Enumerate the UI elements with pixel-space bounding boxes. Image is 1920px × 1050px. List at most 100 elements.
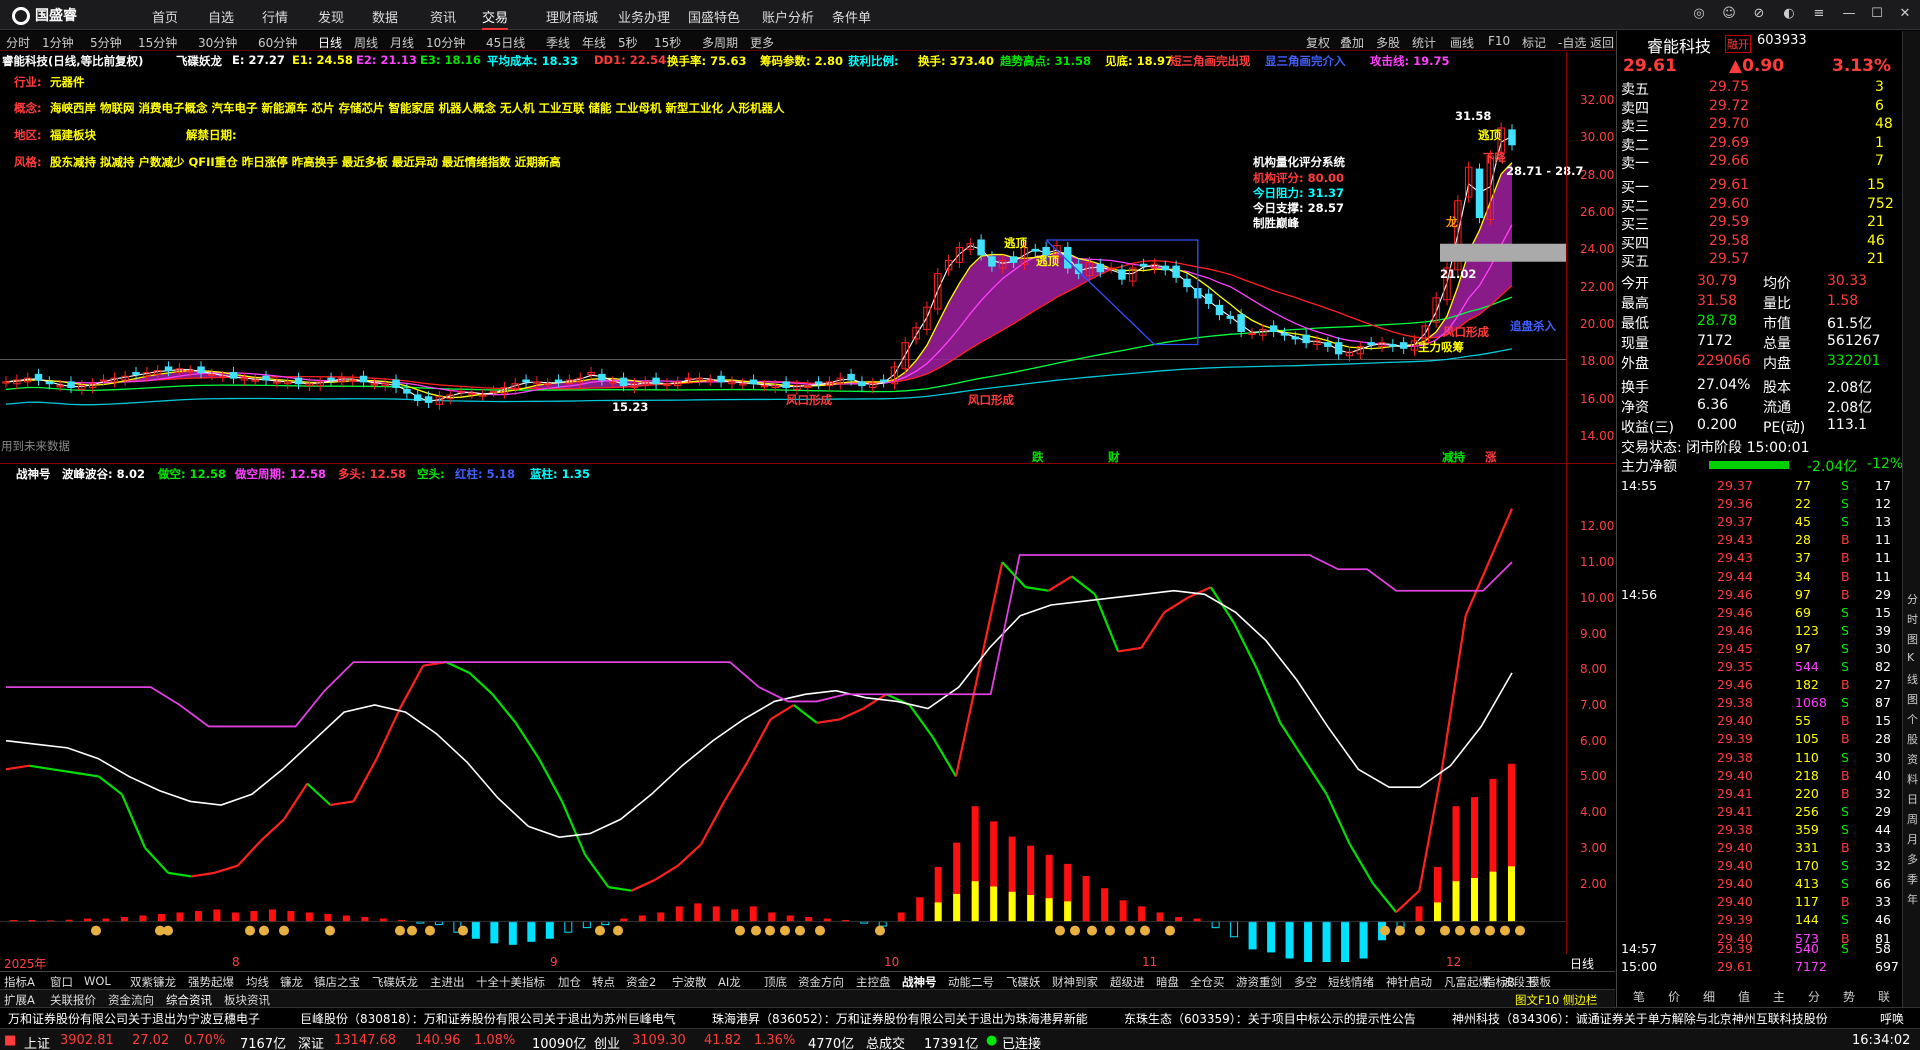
indicator-tab-15[interactable]: AI龙	[718, 974, 741, 990]
ask-row-4[interactable]: 卖一 29.66 7	[1617, 153, 1901, 172]
toolbar-0[interactable]: 复权	[1306, 34, 1330, 51]
period-15[interactable]: 多周期	[702, 34, 738, 51]
period-13[interactable]: 5秒	[618, 34, 638, 51]
vertical-tab-6[interactable]: 个	[1907, 711, 1918, 727]
indicator-tab-26[interactable]: 游资重剑	[1236, 974, 1282, 990]
vertical-tab-15[interactable]: 年	[1907, 891, 1918, 907]
indicator-name[interactable]: 飞碟妖龙	[176, 53, 222, 69]
indicator-tab-0[interactable]: 指标A	[4, 974, 35, 990]
vertical-tab-10[interactable]: 日	[1907, 791, 1918, 807]
indicator-tab-29[interactable]: 神针启动	[1386, 974, 1432, 990]
menu-icon[interactable]: ≡	[1810, 6, 1828, 24]
bid-row-2[interactable]: 买三 29.59 21	[1617, 214, 1901, 233]
toolbar-7[interactable]: -自选	[1558, 34, 1586, 51]
quote-tab-6[interactable]: 势	[1843, 988, 1855, 1005]
vertical-tab-5[interactable]: 图	[1907, 691, 1918, 707]
nav-item-6[interactable]: 交易	[482, 7, 509, 30]
toolbar-6[interactable]: 标记	[1522, 34, 1546, 51]
vertical-tab-11[interactable]: 周	[1907, 811, 1918, 827]
period-8[interactable]: 月线	[390, 34, 414, 51]
vertical-tab-9[interactable]: 料	[1907, 771, 1918, 787]
sz-label[interactable]: 深证	[298, 1033, 324, 1050]
bid-row-4[interactable]: 买五 29.57 21	[1617, 251, 1901, 270]
cy-label[interactable]: 创业	[594, 1033, 620, 1050]
ext-tab-0[interactable]: 扩展A	[4, 992, 35, 1008]
vertical-tab-14[interactable]: 季	[1907, 871, 1918, 887]
nav-item-0[interactable]: 首页	[152, 7, 178, 26]
quote-tab-2[interactable]: 细	[1703, 988, 1715, 1005]
nav-item-11[interactable]: 条件单	[832, 7, 871, 26]
vertical-tab-2[interactable]: 图	[1907, 631, 1918, 647]
period-5[interactable]: 60分钟	[258, 34, 297, 51]
vertical-tab-8[interactable]: 资	[1907, 751, 1918, 767]
nav-item-10[interactable]: 账户分析	[762, 7, 814, 26]
indicator-tab-4[interactable]: 强势起爆	[188, 974, 234, 990]
ask-row-0[interactable]: 卖五 29.75 3	[1617, 79, 1901, 98]
ticker-item-2[interactable]: 珠海港昇（836052）：万和证券股份有限公司关于退出为珠海港昇新能	[712, 1010, 1088, 1027]
indicator-tab-19[interactable]: 战神号	[902, 974, 937, 990]
vertical-tab-0[interactable]: 分	[1907, 591, 1918, 607]
indicator-tab-24[interactable]: 暗盘	[1156, 974, 1179, 990]
period-0[interactable]: 分时	[6, 34, 30, 51]
chart-area[interactable]	[0, 52, 1615, 974]
indicator-tab-17[interactable]: 资金方向	[798, 974, 844, 990]
indicator-tab-12[interactable]: 转点	[592, 974, 615, 990]
vertical-tab-7[interactable]: 股	[1907, 731, 1918, 747]
quote-tab-3[interactable]: 值	[1738, 988, 1750, 1005]
indicator-tab-11[interactable]: 加仓	[558, 974, 581, 990]
toolbar-2[interactable]: 多股	[1376, 34, 1400, 51]
indicator-tab-20[interactable]: 动能二号	[948, 974, 994, 990]
indicator-tab-21[interactable]: 飞碟妖	[1006, 974, 1041, 990]
period-16[interactable]: 更多	[750, 34, 774, 51]
vertical-tab-1[interactable]: 时	[1907, 611, 1918, 627]
template-tab[interactable]: 模板	[1528, 974, 1551, 990]
indicator-tab-2[interactable]: WOL	[84, 974, 111, 988]
period-2[interactable]: 5分钟	[90, 34, 122, 51]
indicator-tab-13[interactable]: 资金2	[626, 974, 656, 990]
bid-row-1[interactable]: 买二 29.60 752	[1617, 196, 1901, 215]
period-1[interactable]: 1分钟	[42, 34, 74, 51]
period-3[interactable]: 15分钟	[138, 34, 177, 51]
nav-item-8[interactable]: 业务办理	[618, 7, 670, 26]
bid-row-3[interactable]: 买四 29.58 46	[1617, 233, 1901, 252]
ext-tab-3[interactable]: 综合资讯	[166, 992, 212, 1008]
indicator-tab-14[interactable]: 宁波散	[672, 974, 707, 990]
toolbar-3[interactable]: 统计	[1412, 34, 1436, 51]
period-12[interactable]: 年线	[582, 34, 606, 51]
skin-icon[interactable]: ◐	[1780, 6, 1798, 24]
quote-tab-0[interactable]: 笔	[1633, 988, 1645, 1005]
ext-tab-2[interactable]: 资金流向	[108, 992, 154, 1008]
indicator-tab-3[interactable]: 双紫镰龙	[130, 974, 176, 990]
vertical-tab-12[interactable]: 月	[1907, 831, 1918, 847]
maximize-icon[interactable]: ☐	[1868, 6, 1886, 24]
indicator-tab-1[interactable]: 窗口	[50, 974, 73, 990]
quote-tab-1[interactable]: 价	[1668, 988, 1680, 1005]
lower-indicator-name[interactable]: 战神号	[16, 466, 51, 482]
indicator-tab-5[interactable]: 均线	[246, 974, 269, 990]
quote-tab-7[interactable]: 联	[1878, 988, 1890, 1005]
nav-item-1[interactable]: 自选	[208, 7, 234, 26]
indicator-tab-22[interactable]: 财神到家	[1052, 974, 1098, 990]
indicator-tab-9[interactable]: 主进出	[430, 974, 465, 990]
quote-tab-4[interactable]: 主	[1773, 988, 1785, 1005]
period-6[interactable]: 日线	[318, 34, 342, 51]
indicator-tab-7[interactable]: 镇店之宝	[314, 974, 360, 990]
ticker-right[interactable]: 呼唤	[1880, 1010, 1904, 1027]
nav-item-5[interactable]: 资讯	[430, 7, 456, 26]
period-14[interactable]: 15秒	[654, 34, 681, 51]
period-4[interactable]: 30分钟	[198, 34, 237, 51]
nav-item-2[interactable]: 行情	[262, 7, 288, 26]
ask-row-2[interactable]: 卖三 29.70 48	[1617, 116, 1901, 135]
x-axis-period[interactable]: 日线	[1570, 955, 1594, 972]
indicator-tab-16[interactable]: 顶底	[764, 974, 787, 990]
toolbar-8[interactable]: 返回	[1590, 34, 1614, 51]
nav-item-9[interactable]: 国盛特色	[688, 7, 740, 26]
bid-row-0[interactable]: 买一 29.61 15	[1617, 177, 1901, 196]
ext-tab-4[interactable]: 板块资讯	[224, 992, 270, 1008]
ask-row-3[interactable]: 卖二 29.69 1	[1617, 135, 1901, 154]
nav-item-3[interactable]: 发现	[318, 7, 344, 26]
nav-item-4[interactable]: 数据	[372, 7, 398, 26]
indicator-tab-b[interactable]: 指标B	[1484, 974, 1515, 990]
toolbar-1[interactable]: 叠加	[1340, 34, 1364, 51]
period-11[interactable]: 季线	[546, 34, 570, 51]
